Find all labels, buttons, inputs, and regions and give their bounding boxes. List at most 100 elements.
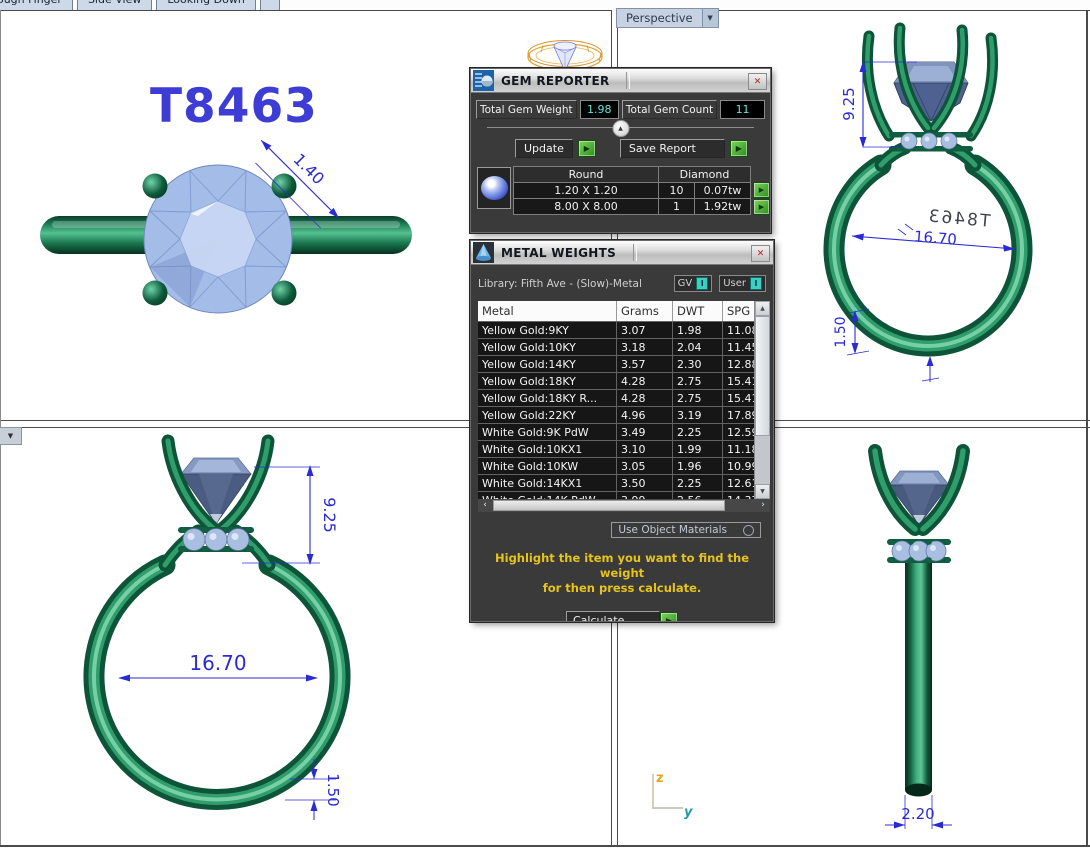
cell-metal: Yellow Gold:18KY bbox=[478, 372, 617, 390]
table-row[interactable]: White Gold:10KW 3.05 1.96 10.99 bbox=[478, 458, 770, 475]
gv-toggle[interactable]: GV bbox=[674, 275, 713, 292]
viewport-label-collapsed[interactable] bbox=[0, 427, 22, 445]
table-row[interactable]: Yellow Gold:9KY 3.07 1.98 11.08 bbox=[478, 322, 770, 339]
gem-reporter-buttons: Update Save Report bbox=[515, 139, 770, 158]
dimension-shank-width: 2.20 bbox=[885, 795, 952, 829]
user-toggle-label: User bbox=[723, 278, 746, 289]
use-object-materials-label: Use Object Materials bbox=[618, 524, 727, 536]
cell-grams: 3.57 bbox=[616, 355, 673, 373]
viewport-tab-through-finger[interactable]: Through Finger bbox=[0, 0, 73, 10]
titlebar-groove bbox=[626, 72, 630, 89]
viewport-tab-bar: Through Finger Side View Looking Down bbox=[0, 0, 1090, 10]
user-toggle[interactable]: User bbox=[719, 275, 766, 292]
use-object-materials-button[interactable]: Use Object Materials bbox=[611, 522, 761, 538]
gem-size: 8.00 X 8.00 bbox=[513, 198, 659, 215]
instruction-line: Highlight the item you want to find the … bbox=[477, 551, 767, 581]
collapse-separator bbox=[487, 127, 754, 138]
column-header-dwt[interactable]: DWT bbox=[672, 301, 723, 322]
cell-dwt: 2.04 bbox=[672, 338, 723, 356]
axis-y-label: y bbox=[684, 805, 693, 820]
cell-grams: 4.96 bbox=[616, 406, 673, 424]
scroll-up-icon[interactable] bbox=[755, 301, 770, 316]
calculate-go-icon[interactable] bbox=[660, 612, 678, 622]
cell-metal: Yellow Gold:14KY bbox=[478, 355, 617, 373]
column-header-metal[interactable]: Metal bbox=[478, 301, 617, 322]
panel-title: GEM REPORTER bbox=[501, 74, 610, 88]
table-row[interactable]: White Gold:14K PdW 3.99 2.56 14.37 bbox=[478, 492, 770, 499]
cell-grams: 4.28 bbox=[616, 389, 673, 407]
table-row[interactable]: White Gold:14KX1 3.50 2.25 12.61 bbox=[478, 475, 770, 492]
cell-dwt: 1.99 bbox=[672, 440, 723, 458]
accent-stone-band-perspective bbox=[889, 132, 973, 152]
cell-metal: Yellow Gold:18KY R... bbox=[478, 389, 617, 407]
update-button[interactable]: Update bbox=[515, 139, 573, 158]
gem-table-grid: Round Diamond 1.20 X 1.20 10 0.07tw 8.00… bbox=[514, 167, 770, 215]
total-gem-count-label: Total Gem Count bbox=[622, 100, 717, 119]
tab-label: Side View bbox=[88, 0, 141, 6]
vertical-scrollbar[interactable] bbox=[754, 301, 770, 499]
viewport-title-label: Perspective bbox=[616, 8, 703, 28]
dimension-label-head-height: 9.25 bbox=[320, 497, 339, 533]
table-row[interactable]: Yellow Gold:18KY 4.28 2.75 15.41 bbox=[478, 373, 770, 390]
cell-grams: 3.18 bbox=[616, 338, 673, 356]
cell-dwt: 3.19 bbox=[672, 406, 723, 424]
gv-toggle-label: GV bbox=[678, 278, 693, 289]
table-row[interactable]: Yellow Gold:22KY 4.96 3.19 17.89 bbox=[478, 407, 770, 424]
model-number-label: T8463 bbox=[150, 79, 318, 134]
chevron-down-icon[interactable] bbox=[703, 8, 719, 28]
round-gem-icon bbox=[481, 176, 508, 200]
user-indicator-icon bbox=[750, 277, 762, 290]
gem-reporter-titlebar[interactable]: GEM REPORTER bbox=[471, 69, 770, 93]
use-object-materials-row: Use Object Materials bbox=[471, 522, 761, 538]
cell-grams: 3.07 bbox=[616, 321, 673, 339]
viewport-tab-stub[interactable] bbox=[260, 0, 280, 10]
table-row[interactable]: Yellow Gold:18KY R... 4.28 2.75 15.41 bbox=[478, 390, 770, 407]
tab-label: Looking Down bbox=[167, 0, 244, 6]
cell-dwt: 1.96 bbox=[672, 457, 723, 475]
save-report-go-icon[interactable] bbox=[730, 140, 748, 157]
scroll-left-icon[interactable] bbox=[478, 499, 492, 512]
table-row[interactable]: Yellow Gold:10KY 3.18 2.04 11.45 bbox=[478, 339, 770, 356]
accent-stone-band-front bbox=[178, 527, 254, 552]
gem-size: 1.20 X 1.20 bbox=[513, 182, 659, 199]
gem-row-go-icon[interactable] bbox=[753, 182, 770, 198]
collapse-arrow-icon[interactable] bbox=[612, 120, 629, 137]
cell-dwt: 1.98 bbox=[672, 321, 723, 339]
viewport-title-dropdown[interactable]: Perspective bbox=[616, 8, 719, 28]
table-row[interactable]: White Gold:9K PdW 3.49 2.25 12.59 bbox=[478, 424, 770, 441]
viewport-tab-looking-down[interactable]: Looking Down bbox=[156, 0, 255, 10]
cell-metal: White Gold:10KX1 bbox=[478, 440, 617, 458]
cell-dwt: 2.75 bbox=[672, 389, 723, 407]
gem-type-header: Diamond bbox=[658, 166, 751, 183]
scrollbar-thumb[interactable] bbox=[493, 500, 725, 511]
calculate-button[interactable]: Calculate bbox=[566, 611, 660, 622]
metal-weights-titlebar[interactable]: METAL WEIGHTS bbox=[471, 241, 773, 265]
gem-thumbnail bbox=[477, 167, 511, 209]
close-icon[interactable] bbox=[748, 73, 767, 90]
cell-grams: 3.49 bbox=[616, 423, 673, 441]
close-icon[interactable] bbox=[751, 245, 770, 262]
update-go-icon[interactable] bbox=[578, 140, 596, 157]
horizontal-scrollbar[interactable] bbox=[478, 499, 770, 512]
cell-grams: 3.05 bbox=[616, 457, 673, 475]
scrollbar-thumb[interactable] bbox=[755, 316, 770, 436]
column-header-grams[interactable]: Grams bbox=[616, 301, 673, 322]
calculate-row: Calculate bbox=[471, 611, 773, 622]
scroll-down-icon[interactable] bbox=[755, 484, 770, 499]
cell-grams: 3.10 bbox=[616, 440, 673, 458]
gem-summary-table: Round Diamond 1.20 X 1.20 10 0.07tw 8.00… bbox=[477, 167, 770, 215]
engraved-model-number-mirrored: T8463 bbox=[926, 206, 992, 232]
leader-mark bbox=[922, 356, 939, 382]
save-report-button[interactable]: Save Report bbox=[620, 139, 725, 158]
scroll-right-icon[interactable] bbox=[756, 499, 770, 512]
table-row[interactable]: Yellow Gold:14KY 3.57 2.30 12.88 bbox=[478, 356, 770, 373]
dimension-label-shank-thickness: 1.50 bbox=[324, 773, 342, 806]
library-row: Library: Fifth Ave - (Slow)-Metal GV Use… bbox=[478, 275, 766, 292]
dimension-label-shank-thickness: 1.50 bbox=[833, 316, 849, 347]
viewport-tab-side-view[interactable]: Side View bbox=[77, 0, 152, 10]
gem-row-go-icon[interactable] bbox=[753, 199, 770, 215]
table-row[interactable]: White Gold:10KX1 3.10 1.99 11.18 bbox=[478, 441, 770, 458]
radio-circle-icon[interactable] bbox=[743, 525, 754, 536]
app-window: Through Finger Side View Looking Down Pe… bbox=[0, 0, 1090, 854]
cell-metal: White Gold:14K PdW bbox=[478, 491, 617, 499]
